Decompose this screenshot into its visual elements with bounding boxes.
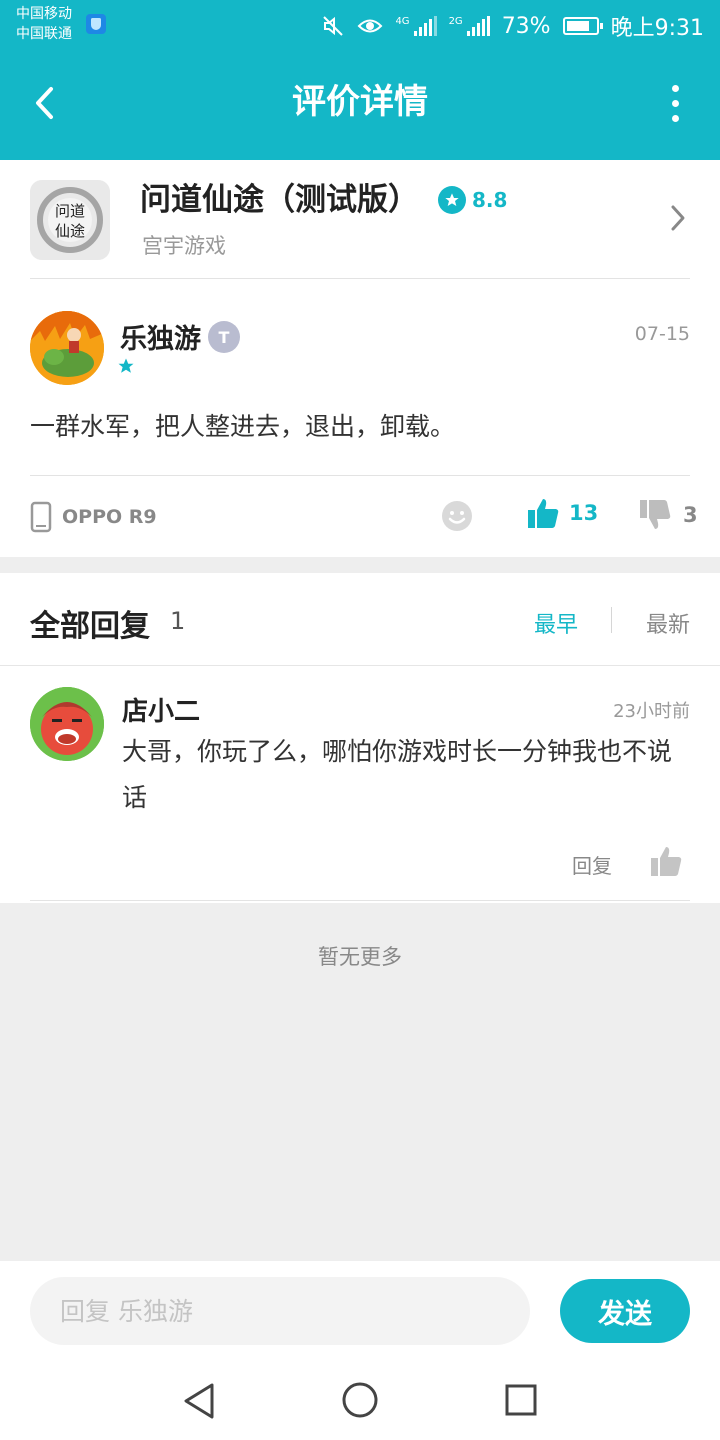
more-dot (671, 114, 679, 122)
device-info: OPPO R9 (30, 501, 157, 533)
game-info-card[interactable]: 问道 仙途 问道仙途（测试版） 8.8 宫宇游戏 (0, 160, 720, 278)
status-indicators: 4G 2G 73% 晚上9:31 (321, 10, 704, 42)
replies-title: 全部回复 (30, 609, 150, 644)
reply-input[interactable] (30, 1277, 530, 1345)
battery-icon (562, 17, 603, 35)
chevron-right-icon (671, 205, 685, 231)
game-icon: 问道 仙途 (30, 180, 110, 260)
game-name: 问道仙途（测试版） (140, 182, 419, 218)
thumbs-up-icon (528, 499, 559, 528)
device-name: OPPO R9 (62, 506, 157, 528)
send-button[interactable]: 发送 (560, 1279, 690, 1343)
status-bar: 中国移动 中国联通 4G 2G 73% 晚上9:31 (0, 0, 720, 48)
nav-back-icon[interactable] (180, 1381, 220, 1421)
battery-percent: 73% (501, 13, 551, 39)
carrier-1: 中国移动 (16, 6, 72, 22)
dislike-count: 3 (683, 503, 698, 527)
app-bar: 评价详情 (0, 48, 720, 160)
reply-composer: 发送 (0, 1261, 720, 1361)
nav-recent-apps-icon[interactable] (504, 1383, 538, 1417)
like-button[interactable]: 13 (527, 497, 598, 529)
phone-icon (30, 501, 52, 533)
carrier-2: 中国联通 (16, 26, 72, 42)
replies-header: 全部回复 1 最早 最新 (0, 573, 720, 666)
page-title: 评价详情 (292, 82, 428, 122)
review-content: 一群水军，把人整进去，退出，卸载。 (30, 412, 456, 441)
level-badge: T (208, 321, 240, 353)
review-author[interactable]: 乐独游 (120, 317, 201, 356)
review-card: 乐独游 T 07-15 一群水军，把人整进去，退出，卸载。 OPPO R9 13… (0, 279, 720, 557)
reply-button[interactable]: 回复 (572, 850, 612, 879)
divider (30, 900, 690, 901)
game-rating: 8.8 (438, 186, 507, 214)
net-type-1: 4G (395, 16, 410, 27)
avatar-illustration (30, 311, 104, 385)
game-developer: 宫宇游戏 (142, 234, 226, 258)
reply-time: 23小时前 (613, 701, 690, 722)
like-count: 13 (569, 501, 599, 525)
nav-home-icon[interactable] (340, 1380, 380, 1420)
game-logo-text-2: 仙途 (55, 222, 85, 240)
reply-content: 大哥，你玩了么，哪怕你游戏时长一分钟我也不说话 (122, 737, 673, 812)
replies-count: 1 (170, 607, 186, 635)
no-more-text: 暂无更多 (318, 945, 402, 969)
divider (30, 475, 690, 476)
empty-area: 暂无更多 (0, 903, 720, 1261)
more-dot (671, 84, 679, 92)
avatar[interactable] (30, 311, 104, 385)
signal-4g-icon: 4G (395, 16, 437, 36)
review-date: 07-15 (634, 323, 690, 345)
thumbs-down-icon (640, 500, 671, 529)
dislike-button[interactable]: 3 (639, 499, 698, 531)
security-shield-icon (86, 14, 106, 34)
signal-2g-icon: 2G (449, 16, 490, 36)
sort-divider (611, 607, 612, 633)
sort-newest-tab[interactable]: 最新 (646, 607, 690, 639)
clock: 晚上9:31 (610, 16, 704, 41)
more-dot (671, 99, 679, 107)
section-gap (0, 557, 720, 573)
star-icon (118, 358, 134, 373)
thumbs-up-icon[interactable] (650, 845, 682, 877)
carrier-info: 中国移动 中国联通 (16, 4, 72, 44)
more-options-button[interactable] (660, 78, 690, 128)
reply-avatar-illustration (30, 687, 104, 761)
reply-author[interactable]: 店小二 (122, 691, 200, 728)
reply-item: 店小二 23小时前 大哥，你玩了么，哪怕你游戏时长一分钟我也不说话 回复 (0, 667, 720, 902)
eye-comfort-icon (358, 19, 383, 33)
net-type-2: 2G (448, 16, 463, 27)
mute-icon (323, 16, 344, 36)
system-nav-bar (0, 1361, 720, 1440)
game-logo-text-1: 问道 (55, 202, 85, 220)
avatar[interactable] (30, 687, 104, 761)
sort-earliest-tab[interactable]: 最早 (534, 607, 578, 639)
game-logo-icon: 问道 仙途 (30, 180, 110, 260)
emoji-icon[interactable] (441, 500, 473, 532)
rating-star-icon (438, 186, 466, 214)
rating-value: 8.8 (472, 188, 508, 212)
